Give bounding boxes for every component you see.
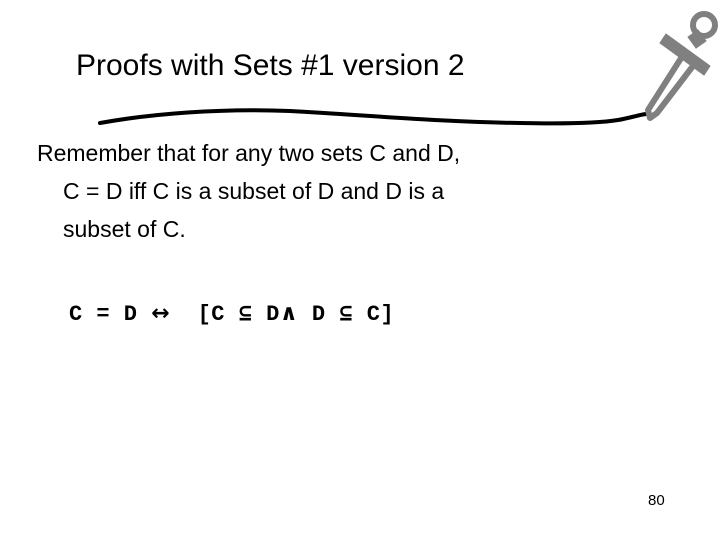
formula-open-bracket: [ — [197, 302, 212, 327]
body-paragraph: Remember that for any two sets C and D, … — [37, 134, 637, 248]
formula-term-2: D ⊆ C — [311, 302, 381, 327]
page-number: 80 — [648, 492, 665, 509]
formula-term-1: C ⊆ D — [211, 302, 280, 327]
formula-close-bracket: ] — [380, 302, 395, 327]
wavy-underline-icon — [98, 108, 648, 126]
formula-line: C = D ↔ [C ⊆ D∧ D ⊆ C] — [69, 300, 394, 329]
formula-left-side: C = D — [69, 302, 138, 327]
page-title: Proofs with Sets #1 version 2 — [76, 49, 465, 82]
biconditional-symbol: ↔ — [151, 301, 171, 326]
body-line-1: Remember that for any two sets C and D, — [37, 140, 461, 166]
slide-canvas: Proofs with Sets #1 version 2 Remember t… — [0, 0, 720, 540]
conjunction-symbol: ∧ — [279, 301, 299, 326]
body-line-2: C = D iff C is a subset of D and D is a — [63, 178, 445, 204]
body-line-3: subset of C. — [63, 216, 186, 242]
